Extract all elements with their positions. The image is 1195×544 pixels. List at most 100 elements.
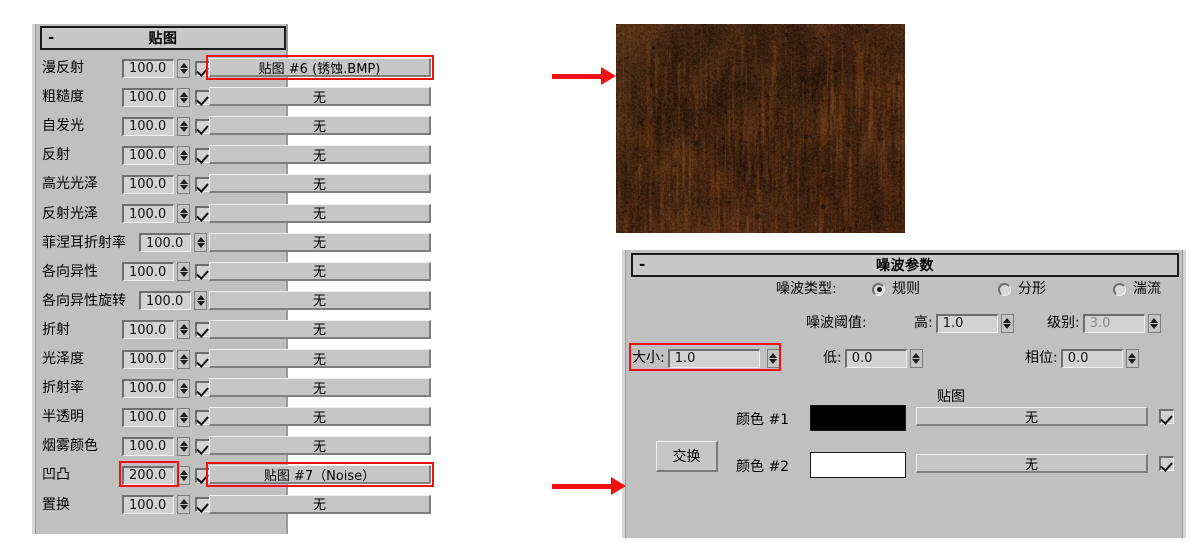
- map-amount-input[interactable]: 100.0: [122, 58, 174, 78]
- map-amount-group: 100.0: [122, 406, 210, 428]
- color2-map-checkbox[interactable]: [1159, 456, 1174, 471]
- map-enable-checkbox[interactable]: [195, 206, 210, 221]
- map-amount-spinner[interactable]: [177, 58, 190, 78]
- color1-map-checkbox[interactable]: [1159, 409, 1174, 424]
- map-enable-checkbox[interactable]: [195, 118, 210, 134]
- map-slot-button[interactable]: 无: [209, 319, 431, 339]
- map-enable-checkbox[interactable]: [195, 89, 210, 105]
- maps-rollout-header[interactable]: - 贴图: [40, 26, 286, 50]
- map-amount-input[interactable]: 100.0: [122, 145, 174, 165]
- noise-phase-spinner[interactable]: [1125, 348, 1139, 368]
- noise-levels-field-group: 级别: 3.0: [1047, 312, 1161, 334]
- map-amount-spinner[interactable]: [177, 465, 190, 485]
- map-slot-button[interactable]: 无: [209, 349, 431, 368]
- map-slot-button[interactable]: 无: [209, 436, 431, 456]
- map-amount-spinner[interactable]: [177, 320, 190, 340]
- map-slot-name: 置换: [42, 496, 70, 513]
- map-amount-spinner[interactable]: [177, 436, 190, 456]
- swap-colors-button[interactable]: 交换: [656, 441, 718, 472]
- map-slot-button[interactable]: 无: [209, 261, 431, 281]
- radio-fractal-icon[interactable]: [998, 282, 1011, 296]
- map-slot-button[interactable]: 无: [209, 494, 431, 514]
- map-slot-button-label: 无: [312, 207, 326, 222]
- map-row-label: 反射光泽: [42, 203, 98, 225]
- map-amount-spinner[interactable]: [194, 291, 207, 311]
- map-amount-spinner[interactable]: [177, 407, 190, 427]
- map-amount-input[interactable]: 100.0: [122, 436, 174, 456]
- noise-size-input[interactable]: 1.0: [667, 348, 760, 368]
- map-enable-checkbox[interactable]: [195, 438, 210, 454]
- map-amount-spinner[interactable]: [177, 145, 190, 165]
- noise-type-option-turbulence[interactable]: 湍流: [1113, 278, 1161, 300]
- map-slot-button-label: 贴图 #6 (锈蚀.BMP): [258, 61, 381, 77]
- map-amount-spinner[interactable]: [177, 204, 190, 223]
- noise-high-input[interactable]: 1.0: [935, 313, 998, 333]
- radio-regular-icon[interactable]: [872, 282, 885, 296]
- map-slot-button[interactable]: 无: [209, 407, 431, 427]
- map-slot-button-label: 无: [312, 381, 326, 397]
- noise-high-spinner[interactable]: [1000, 313, 1014, 333]
- map-amount-input[interactable]: 100.0: [139, 233, 191, 253]
- map-slot-button[interactable]: 无: [209, 87, 431, 107]
- map-amount-input[interactable]: 100.0: [139, 291, 191, 311]
- map-enable-checkbox[interactable]: [195, 380, 210, 396]
- map-amount-input[interactable]: 200.0: [122, 465, 174, 485]
- map-amount-spinner[interactable]: [194, 233, 207, 253]
- noise-low-input[interactable]: 0.0: [844, 348, 907, 368]
- map-enable-checkbox[interactable]: [195, 351, 210, 367]
- color1-swatch[interactable]: [810, 405, 906, 431]
- map-enable-checkbox[interactable]: [195, 467, 210, 483]
- map-slot-button[interactable]: 无: [209, 290, 431, 310]
- map-amount-input[interactable]: 100.0: [122, 495, 174, 514]
- noise-phase-input[interactable]: 0.0: [1060, 348, 1123, 368]
- map-slot-button[interactable]: 无: [209, 116, 431, 136]
- map-slot-button[interactable]: 贴图 #7（Noise）: [209, 465, 431, 485]
- noise-levels-spinner[interactable]: [1147, 313, 1161, 333]
- map-amount-spinner[interactable]: [177, 116, 190, 136]
- noise-rollout-header[interactable]: - 噪波参数: [631, 253, 1179, 277]
- map-slot-button[interactable]: 无: [209, 203, 431, 223]
- map-amount-spinner[interactable]: [177, 262, 190, 282]
- map-amount-input[interactable]: 100.0: [122, 87, 174, 107]
- color2-swatch[interactable]: [810, 452, 906, 478]
- map-amount-input[interactable]: 100.0: [122, 378, 174, 398]
- texture-preview-image: [616, 24, 905, 233]
- map-amount-spinner[interactable]: [177, 87, 190, 107]
- map-row-label: 烟雾颜色: [42, 435, 98, 457]
- noise-type-option-fractal[interactable]: 分形: [998, 278, 1046, 300]
- map-amount-input[interactable]: 100.0: [122, 349, 174, 369]
- noise-low-spinner[interactable]: [909, 348, 923, 368]
- map-enable-checkbox[interactable]: [195, 497, 210, 512]
- noise-type-option-regular[interactable]: 规则: [872, 278, 920, 300]
- noise-levels-label: 级别:: [1047, 315, 1080, 331]
- map-slot-name: 凹凸: [42, 467, 70, 484]
- map-slot-button[interactable]: 贴图 #6 (锈蚀.BMP): [209, 58, 431, 77]
- map-slot-button[interactable]: 无: [209, 378, 431, 398]
- map-amount-input[interactable]: 100.0: [122, 407, 174, 427]
- map-enable-checkbox[interactable]: [195, 147, 210, 163]
- map-enable-checkbox[interactable]: [195, 264, 210, 280]
- map-slot-button[interactable]: 无: [209, 174, 431, 194]
- map-amount-input[interactable]: 100.0: [122, 262, 174, 282]
- map-amount-input[interactable]: 100.0: [122, 204, 174, 223]
- map-enable-checkbox[interactable]: [195, 60, 210, 76]
- radio-turbulence-icon[interactable]: [1113, 282, 1126, 296]
- map-amount-input[interactable]: 100.0: [122, 320, 174, 340]
- color1-map-button[interactable]: 无: [916, 407, 1148, 426]
- map-slot-button[interactable]: 无: [209, 145, 431, 165]
- collapse-icon[interactable]: -: [639, 257, 645, 273]
- map-amount-spinner[interactable]: [177, 349, 190, 369]
- map-enable-checkbox[interactable]: [195, 176, 210, 192]
- noise-levels-input[interactable]: 3.0: [1082, 313, 1145, 333]
- map-amount-spinner[interactable]: [177, 495, 190, 514]
- map-enable-checkbox[interactable]: [195, 322, 210, 338]
- map-amount-spinner[interactable]: [177, 378, 190, 398]
- map-amount-spinner[interactable]: [177, 174, 190, 194]
- map-slot-button[interactable]: 无: [209, 232, 431, 252]
- color2-map-button[interactable]: 无: [916, 454, 1148, 473]
- map-enable-checkbox[interactable]: [195, 409, 210, 425]
- map-amount-input[interactable]: 100.0: [122, 174, 174, 194]
- map-amount-input[interactable]: 100.0: [122, 116, 174, 136]
- collapse-icon[interactable]: -: [48, 30, 54, 46]
- noise-size-spinner[interactable]: [766, 348, 780, 368]
